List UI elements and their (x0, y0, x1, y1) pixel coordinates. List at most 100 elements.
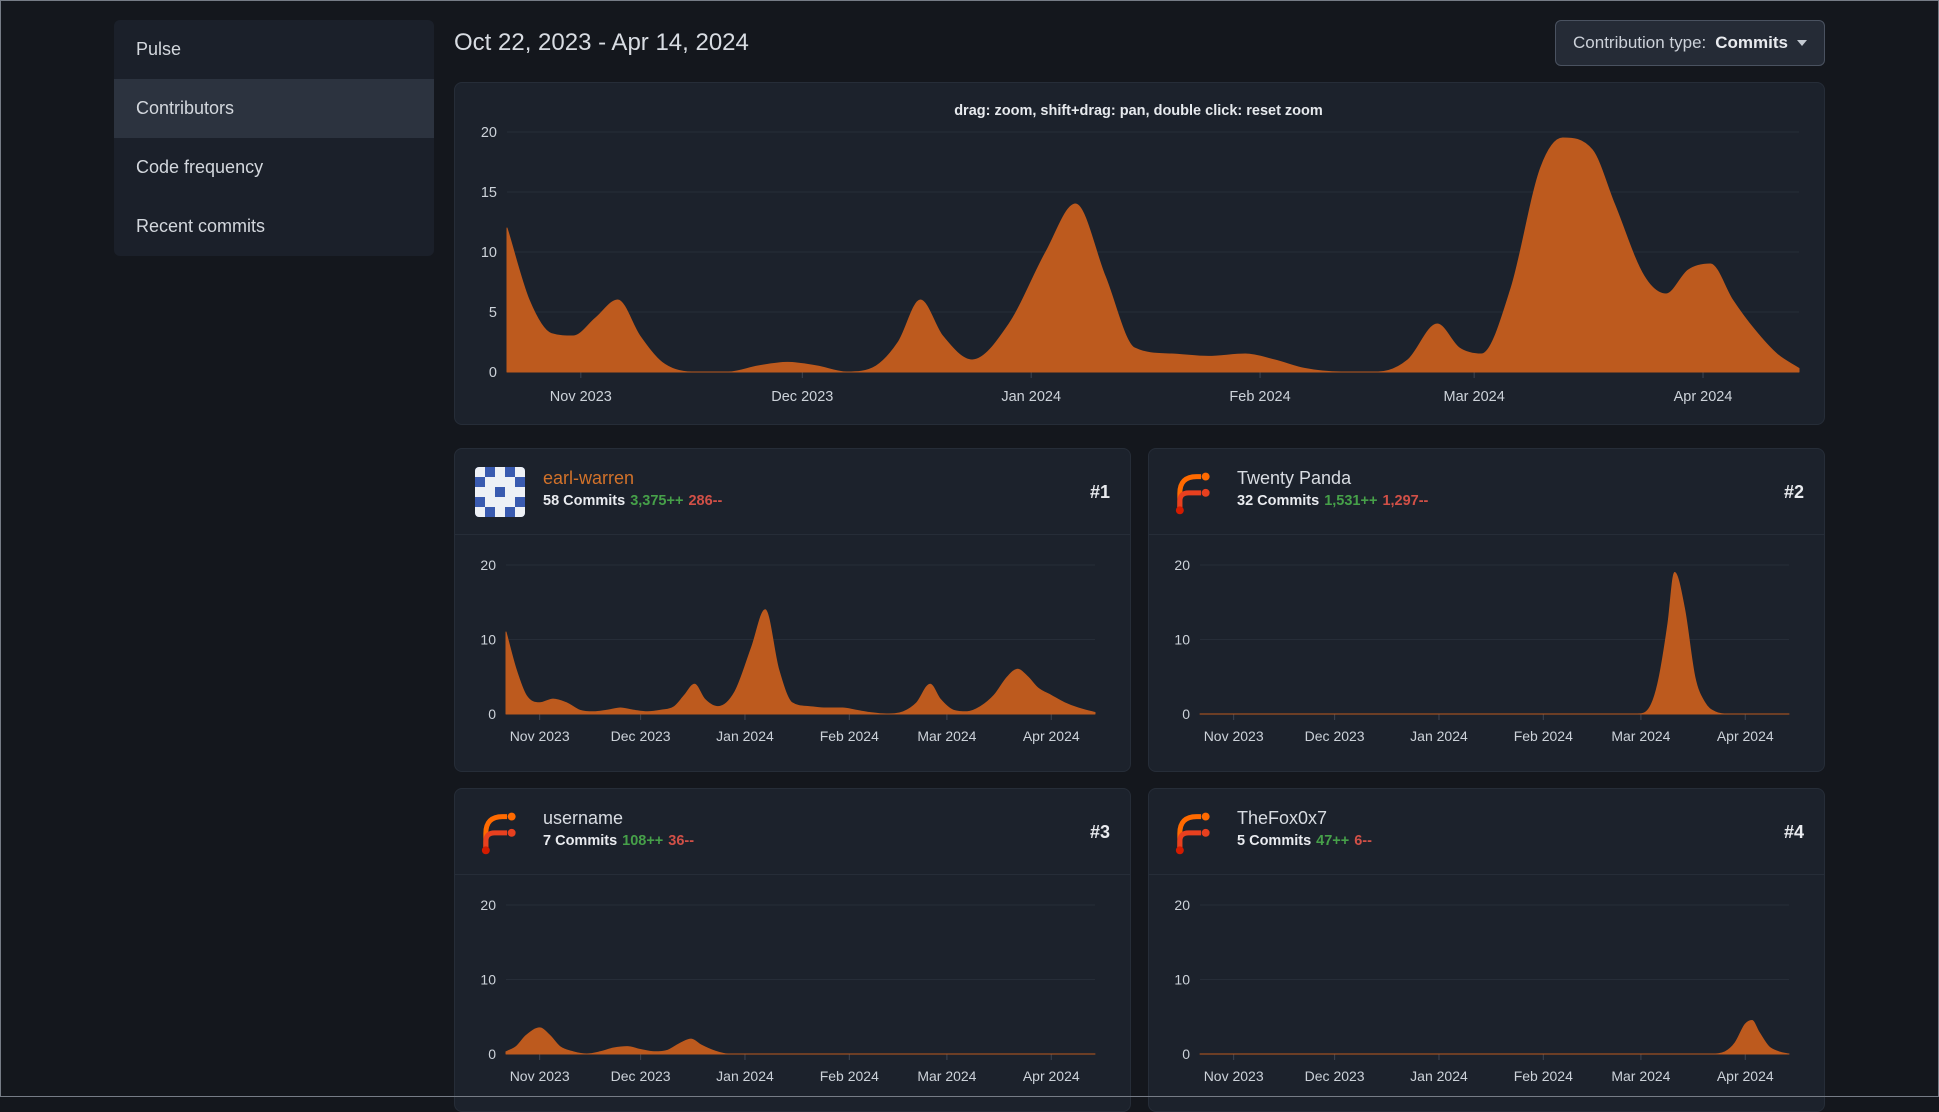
contributor-name[interactable]: earl-warren (543, 467, 722, 489)
svg-text:0: 0 (489, 365, 497, 381)
svg-text:Apr 2024: Apr 2024 (1717, 728, 1774, 744)
contributor-chart[interactable]: 0 10 20 Nov 2023 Dec 2023 Jan 2024 Feb 2024 Mar… (1149, 875, 1824, 1111)
svg-text:Feb 2024: Feb 2024 (1229, 389, 1290, 405)
svg-text:Dec 2023: Dec 2023 (771, 389, 833, 405)
svg-text:Mar 2024: Mar 2024 (917, 728, 976, 744)
contributor-name[interactable]: Twenty Panda (1237, 467, 1428, 489)
sidebar-item-contributors[interactable]: Contributors (114, 79, 434, 138)
contributor-info: Twenty Panda 32 Commits 1,531++ 1,297-- (1237, 467, 1428, 509)
svg-text:0: 0 (1182, 1046, 1190, 1062)
contributor-rank: #4 (1783, 822, 1804, 842)
contributor-avatar[interactable] (475, 807, 525, 857)
contributor-card-header: Twenty Panda 32 Commits 1,531++ 1,297-- #2 (1149, 449, 1824, 535)
svg-text:0: 0 (488, 706, 496, 722)
sidebar-item-recent-commits[interactable]: Recent commits (114, 197, 434, 256)
svg-text:drag: zoom, shift+drag: pan, d: drag: zoom, shift+drag: pan, double clic… (954, 103, 1323, 119)
contributor-card: earl-warren 58 Commits 3,375++ 286-- #1 0 1… (454, 448, 1131, 772)
contribution-type-label: Contribution type: (1573, 33, 1707, 52)
svg-text:Jan 2024: Jan 2024 (716, 728, 774, 744)
svg-text:Feb 2024: Feb 2024 (1514, 728, 1573, 744)
deletions-count: 286-- (688, 493, 723, 509)
contributor-card-header: TheFox0x7 5 Commits 47++ 6-- #4 (1149, 789, 1824, 875)
contributor-stats: 58 Commits 3,375++ 286-- (543, 493, 722, 509)
svg-text:Mar 2024: Mar 2024 (1444, 389, 1505, 405)
svg-text:20: 20 (480, 557, 496, 573)
date-range-heading: Oct 22, 2023 - Apr 14, 2024 (454, 29, 749, 56)
contributor-card: TheFox0x7 5 Commits 47++ 6-- #4 0 10 20 Nov 2… (1148, 788, 1825, 1112)
additions-count: 1,531++ (1324, 493, 1378, 509)
svg-text:Nov 2023: Nov 2023 (510, 728, 570, 744)
contributor-name[interactable]: TheFox0x7 (1237, 807, 1372, 829)
contribution-type-value: Commits (1715, 33, 1788, 52)
deletions-count: 36-- (668, 833, 695, 849)
svg-text:Dec 2023: Dec 2023 (1305, 1068, 1365, 1084)
activity-page: Pulse Contributors Code frequency Recent… (0, 0, 1939, 1112)
contributor-info: earl-warren 58 Commits 3,375++ 286-- (543, 467, 722, 509)
activity-sidebar: Pulse Contributors Code frequency Recent… (114, 20, 434, 256)
svg-text:Dec 2023: Dec 2023 (611, 1068, 671, 1084)
svg-text:Dec 2023: Dec 2023 (1305, 728, 1365, 744)
contributor-info: TheFox0x7 5 Commits 47++ 6-- (1237, 807, 1372, 849)
contributor-chart[interactable]: 0 10 20 Nov 2023 Dec 2023 Jan 2024 Feb 2024 Mar… (455, 535, 1130, 771)
svg-text:0: 0 (1182, 706, 1190, 722)
chevron-down-icon (1797, 40, 1807, 46)
svg-text:Feb 2024: Feb 2024 (820, 1068, 879, 1084)
sidebar-item-pulse[interactable]: Pulse (114, 20, 434, 79)
contributor-stats: 32 Commits 1,531++ 1,297-- (1237, 493, 1428, 509)
svg-text:Mar 2024: Mar 2024 (1611, 1068, 1670, 1084)
svg-text:0: 0 (488, 1046, 496, 1062)
svg-text:Jan 2024: Jan 2024 (1410, 1068, 1468, 1084)
svg-text:Nov 2023: Nov 2023 (1204, 1068, 1264, 1084)
contributor-card: username 7 Commits 108++ 36-- #3 0 10 20 Nov … (454, 788, 1131, 1112)
commits-count: 32 Commits (1237, 493, 1320, 509)
page-header: Oct 22, 2023 - Apr 14, 2024 Contribution… (454, 20, 1825, 66)
svg-text:20: 20 (1174, 897, 1190, 913)
forgejo-logo-icon (1175, 472, 1210, 515)
identicon-icon (475, 467, 525, 517)
contributor-stats: 5 Commits 47++ 6-- (1237, 833, 1372, 849)
svg-text:Nov 2023: Nov 2023 (510, 1068, 570, 1084)
svg-text:Mar 2024: Mar 2024 (917, 1068, 976, 1084)
contributor-name[interactable]: username (543, 807, 694, 829)
main-activity-chart[interactable]: 0 5 10 15 20 Nov 2023 Dec 2023 Jan 2024 Feb 2024… (454, 82, 1825, 425)
svg-text:10: 10 (480, 972, 496, 988)
svg-text:Jan 2024: Jan 2024 (716, 1068, 774, 1084)
svg-text:10: 10 (480, 632, 496, 648)
contributor-rank: #3 (1089, 822, 1110, 842)
commits-count: 5 Commits (1237, 833, 1312, 849)
contributor-rank: #2 (1783, 482, 1804, 502)
contributor-avatar[interactable] (1169, 467, 1219, 517)
contributor-avatar[interactable] (475, 467, 525, 517)
svg-text:20: 20 (480, 897, 496, 913)
svg-text:10: 10 (481, 245, 497, 261)
svg-text:Nov 2023: Nov 2023 (550, 389, 612, 405)
svg-text:Feb 2024: Feb 2024 (820, 728, 879, 744)
contributor-chart[interactable]: 0 10 20 Nov 2023 Dec 2023 Jan 2024 Feb 2024 Mar… (1149, 535, 1824, 771)
deletions-count: 6-- (1354, 833, 1372, 849)
svg-text:Jan 2024: Jan 2024 (1001, 389, 1061, 405)
contributor-avatar[interactable] (1169, 807, 1219, 857)
main-content: Oct 22, 2023 - Apr 14, 2024 Contribution… (454, 20, 1825, 1112)
contributor-info: username 7 Commits 108++ 36-- (543, 807, 694, 849)
svg-text:Dec 2023: Dec 2023 (611, 728, 671, 744)
contributor-cards: earl-warren 58 Commits 3,375++ 286-- #1 0 1… (454, 448, 1825, 1112)
sidebar-item-code-frequency[interactable]: Code frequency (114, 138, 434, 197)
svg-text:15: 15 (481, 185, 497, 201)
svg-text:Jan 2024: Jan 2024 (1410, 728, 1468, 744)
svg-text:Nov 2023: Nov 2023 (1204, 728, 1264, 744)
forgejo-logo-icon (1175, 812, 1210, 855)
forgejo-logo-icon (481, 812, 516, 855)
contribution-type-dropdown[interactable]: Contribution type: Commits (1555, 20, 1825, 66)
svg-text:Mar 2024: Mar 2024 (1611, 728, 1670, 744)
contributor-chart[interactable]: 0 10 20 Nov 2023 Dec 2023 Jan 2024 Feb 2024 Mar… (455, 875, 1130, 1111)
svg-text:Apr 2024: Apr 2024 (1717, 1068, 1774, 1084)
svg-text:Apr 2024: Apr 2024 (1023, 728, 1080, 744)
additions-count: 47++ (1316, 833, 1350, 849)
deletions-count: 1,297-- (1382, 493, 1429, 509)
contributor-card-header: username 7 Commits 108++ 36-- #3 (455, 789, 1130, 875)
commits-count: 58 Commits (543, 493, 626, 509)
svg-text:Apr 2024: Apr 2024 (1023, 1068, 1080, 1084)
svg-text:Apr 2024: Apr 2024 (1674, 389, 1733, 405)
contributor-rank: #1 (1089, 482, 1110, 502)
svg-text:10: 10 (1174, 972, 1190, 988)
